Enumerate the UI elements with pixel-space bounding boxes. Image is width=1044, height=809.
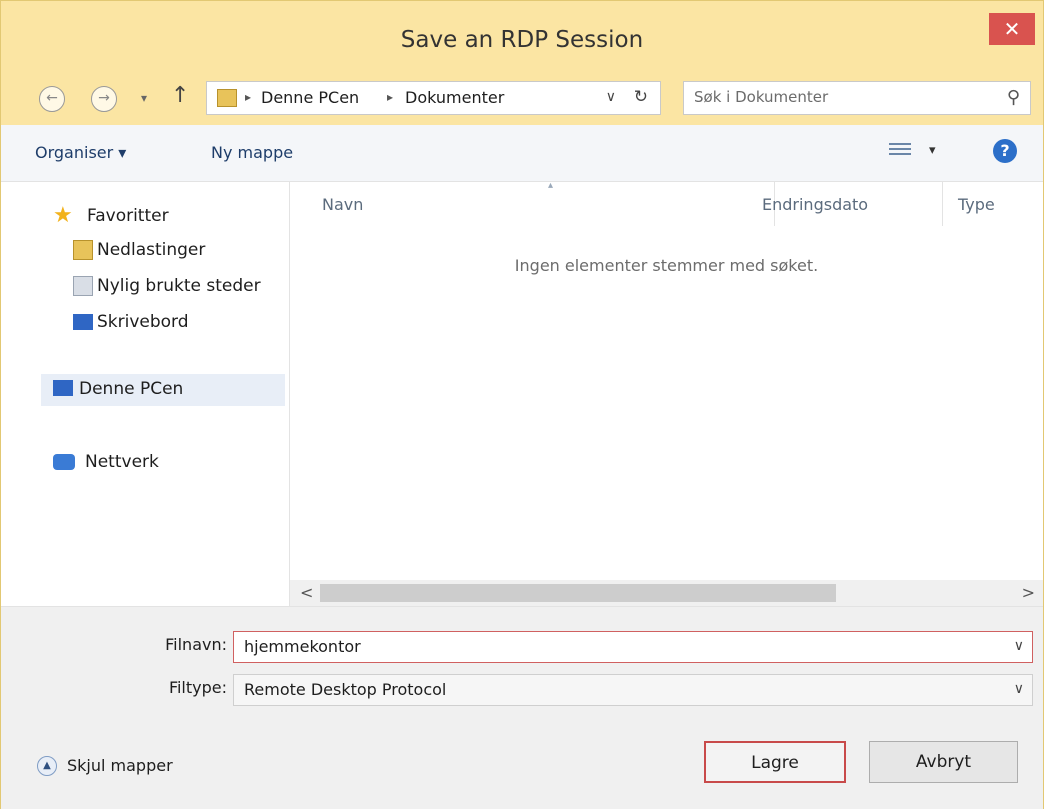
search-box[interactable]: Søk i Dokumenter ⚲	[683, 81, 1031, 115]
back-button[interactable]: ←	[39, 86, 65, 112]
filetype-label: Filtype:	[168, 678, 227, 697]
scroll-left-button[interactable]: <	[300, 583, 313, 602]
sort-indicator-icon: ▴	[548, 180, 554, 191]
help-icon[interactable]: ?	[993, 139, 1017, 163]
refresh-icon[interactable]: ↻	[634, 87, 648, 107]
up-button[interactable]: ↑	[171, 83, 189, 108]
breadcrumb-documents[interactable]: Dokumenter	[405, 88, 504, 107]
search-icon[interactable]: ⚲	[1007, 87, 1020, 108]
file-list: ▴ Navn Endringsdato Type Ingen elementer…	[290, 180, 1043, 606]
computer-icon	[53, 380, 73, 396]
window-title: Save an RDP Session	[400, 27, 644, 53]
organize-button[interactable]: Organiser ▾	[35, 143, 126, 162]
new-folder-button[interactable]: Ny mappe	[211, 143, 293, 162]
column-divider[interactable]	[942, 182, 943, 226]
address-bar[interactable]: ▸ Denne PCen ▸ Dokumenter ∨ ↻	[206, 81, 661, 115]
breadcrumb-this-pc[interactable]: Denne PCen	[261, 88, 359, 107]
downloads-folder-icon	[73, 240, 93, 260]
nav-item-label: Nettverk	[85, 452, 159, 472]
title-bar: Save an RDP Session ✕	[1, 1, 1043, 73]
recent-locations-button[interactable]: ▾	[141, 91, 147, 105]
column-header-name[interactable]: Navn	[322, 195, 363, 214]
scroll-right-button[interactable]: >	[1022, 583, 1035, 602]
filetype-select[interactable]: Remote Desktop Protocol ∨	[233, 674, 1033, 706]
search-input[interactable]: Søk i Dokumenter	[694, 88, 828, 106]
command-bar: Organiser ▾ Ny mappe ▾ ?	[1, 125, 1043, 182]
nav-item-label: Nylig brukte steder	[97, 276, 261, 296]
view-options-icon[interactable]	[889, 143, 911, 159]
column-header-date[interactable]: Endringsdato	[762, 195, 868, 214]
filetype-dropdown-icon[interactable]: ∨	[1014, 681, 1024, 697]
folder-icon	[217, 89, 237, 107]
nav-item-label: Nedlastinger	[97, 240, 206, 260]
hide-folders-label: Skjul mapper	[67, 756, 173, 775]
save-button[interactable]: Lagre	[704, 741, 846, 783]
desktop-icon	[73, 314, 93, 330]
nav-item-this-pc[interactable]: Denne PCen	[41, 374, 285, 406]
collapse-icon: ▲	[37, 756, 57, 776]
empty-folder-message: Ingen elementer stemmer med søket.	[514, 256, 819, 275]
forward-button[interactable]: →	[91, 86, 117, 112]
nav-item-desktop[interactable]: Skrivebord	[73, 308, 283, 338]
network-icon	[53, 454, 75, 470]
address-dropdown-icon[interactable]: ∨	[606, 89, 616, 105]
filetype-value: Remote Desktop Protocol	[244, 680, 447, 699]
filename-input[interactable]: hjemmekontor	[244, 637, 361, 656]
recent-places-icon	[73, 276, 93, 296]
nav-item-label: Skrivebord	[97, 312, 189, 332]
horizontal-scrollbar[interactable]: < >	[290, 580, 1043, 606]
nav-item-network[interactable]: Nettverk	[53, 448, 283, 478]
nav-item-label: Denne PCen	[79, 379, 184, 399]
filename-dropdown-icon[interactable]: ∨	[1014, 638, 1024, 654]
star-icon: ★	[53, 203, 73, 228]
scrollbar-thumb[interactable]	[320, 584, 836, 602]
column-header-type[interactable]: Type	[958, 195, 995, 214]
breadcrumb-separator: ▸	[245, 90, 252, 104]
view-dropdown-icon[interactable]: ▾	[929, 143, 936, 158]
nav-item-favorites[interactable]: ★ Favoritter	[53, 202, 283, 232]
filename-field[interactable]: hjemmekontor ∨	[233, 631, 1033, 663]
save-dialog: Save an RDP Session ✕ ← → ▾ ↑ ▸ Denne PC…	[0, 0, 1044, 809]
breadcrumb-separator: ▸	[387, 90, 394, 104]
nav-item-label: Favoritter	[87, 206, 169, 226]
cancel-button[interactable]: Avbryt	[869, 741, 1018, 783]
close-button[interactable]: ✕	[989, 13, 1035, 45]
nav-item-recent-places[interactable]: Nylig brukte steder	[73, 272, 283, 302]
navigation-pane: ★ Favoritter Nedlastinger Nylig brukte s…	[1, 182, 290, 606]
nav-item-downloads[interactable]: Nedlastinger	[73, 236, 283, 266]
filename-label: Filnavn:	[165, 635, 227, 654]
